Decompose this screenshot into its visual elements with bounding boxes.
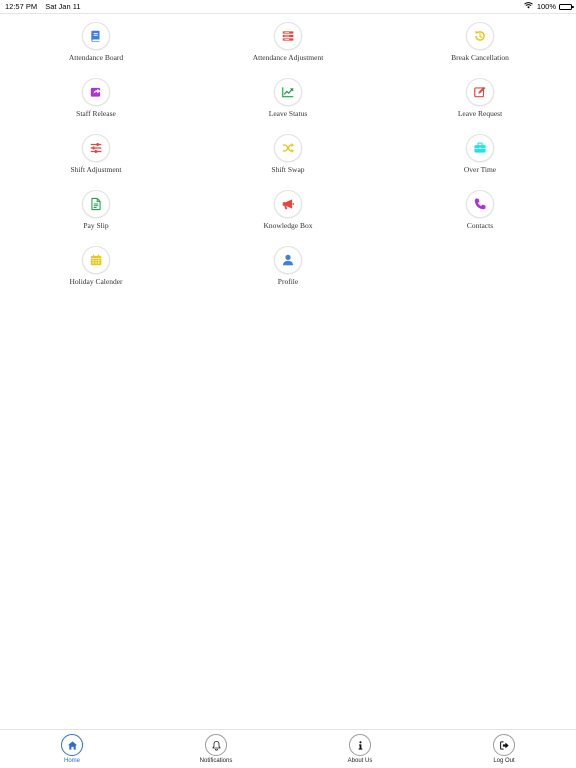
menu-item-shift-adjustment[interactable]: Shift Adjustment <box>36 134 156 174</box>
book-icon <box>82 22 110 50</box>
line-chart-icon <box>274 78 302 106</box>
menu-item-attendance-board[interactable]: Attendance Board <box>36 22 156 62</box>
menu-item-label: Contacts <box>466 221 494 230</box>
menu-item-profile[interactable]: Profile <box>228 246 348 286</box>
menu-item-contacts[interactable]: Contacts <box>420 190 540 230</box>
status-date: Sat Jan 11 <box>45 2 81 11</box>
logout-icon <box>493 734 515 756</box>
document-icon <box>82 190 110 218</box>
undo-clock-icon <box>466 22 494 50</box>
menu-item-staff-release[interactable]: Staff Release <box>36 78 156 118</box>
menu-item-over-time[interactable]: Over Time <box>420 134 540 174</box>
menu-item-label: Break Cancellation <box>451 53 509 62</box>
menu-item-break-cancellation[interactable]: Break Cancellation <box>420 22 540 62</box>
tab-about-us[interactable]: About Us <box>315 734 405 764</box>
menu-item-label: Leave Request <box>457 109 503 118</box>
status-time: 12:57 PM <box>5 2 38 11</box>
tab-notifications[interactable]: Notifications <box>171 734 261 764</box>
menu-item-label: Attendance Board <box>68 53 124 62</box>
menu-item-leave-request[interactable]: Leave Request <box>420 78 540 118</box>
stacked-list-icon <box>274 22 302 50</box>
menu-item-leave-status[interactable]: Leave Status <box>228 78 348 118</box>
menu-item-label: Staff Release <box>76 109 116 118</box>
wifi-icon <box>523 2 533 11</box>
calendar-icon <box>82 246 110 274</box>
menu-item-label: Profile <box>277 277 299 286</box>
tab-home[interactable]: Home <box>27 734 117 764</box>
menu-item-holiday-calender[interactable]: Holiday Calender <box>36 246 156 286</box>
tab-bar: Home Notifications About Us Log Out <box>0 729 576 768</box>
home-icon <box>61 734 83 756</box>
menu-item-label: Over Time <box>463 165 497 174</box>
menu-item-knowledge-box[interactable]: Knowledge Box <box>228 190 348 230</box>
sliders-icon <box>82 134 110 162</box>
user-icon <box>274 246 302 274</box>
briefcase-icon <box>466 134 494 162</box>
edit-icon <box>466 78 494 106</box>
battery-icon <box>559 3 574 10</box>
menu-item-label: Shift Adjustment <box>70 165 122 174</box>
menu-item-shift-swap[interactable]: Shift Swap <box>228 134 348 174</box>
phone-icon <box>466 190 494 218</box>
tab-label: Notifications <box>199 758 233 764</box>
menu-item-label: Knowledge Box <box>263 221 313 230</box>
tab-label: About Us <box>347 758 373 764</box>
megaphone-icon <box>274 190 302 218</box>
info-icon <box>349 734 371 756</box>
menu-item-label: Holiday Calender <box>69 277 123 286</box>
tab-label: Log Out <box>493 758 515 764</box>
tab-log-out[interactable]: Log Out <box>459 734 549 764</box>
shuffle-icon <box>274 134 302 162</box>
menu-item-label: Attendance Adjustment <box>252 53 324 62</box>
menu-item-pay-slip[interactable]: Pay Slip <box>36 190 156 230</box>
menu-item-label: Shift Swap <box>271 165 305 174</box>
menu-item-label: Leave Status <box>268 109 308 118</box>
status-bar: 12:57 PM Sat Jan 11 100% <box>0 0 576 13</box>
share-icon <box>82 78 110 106</box>
tab-label: Home <box>63 758 80 764</box>
menu-item-label: Pay Slip <box>83 221 109 230</box>
bell-icon <box>205 734 227 756</box>
status-divider <box>0 13 576 14</box>
battery-percentage: 100% <box>536 2 556 11</box>
menu-item-attendance-adjustment[interactable]: Attendance Adjustment <box>228 22 348 62</box>
